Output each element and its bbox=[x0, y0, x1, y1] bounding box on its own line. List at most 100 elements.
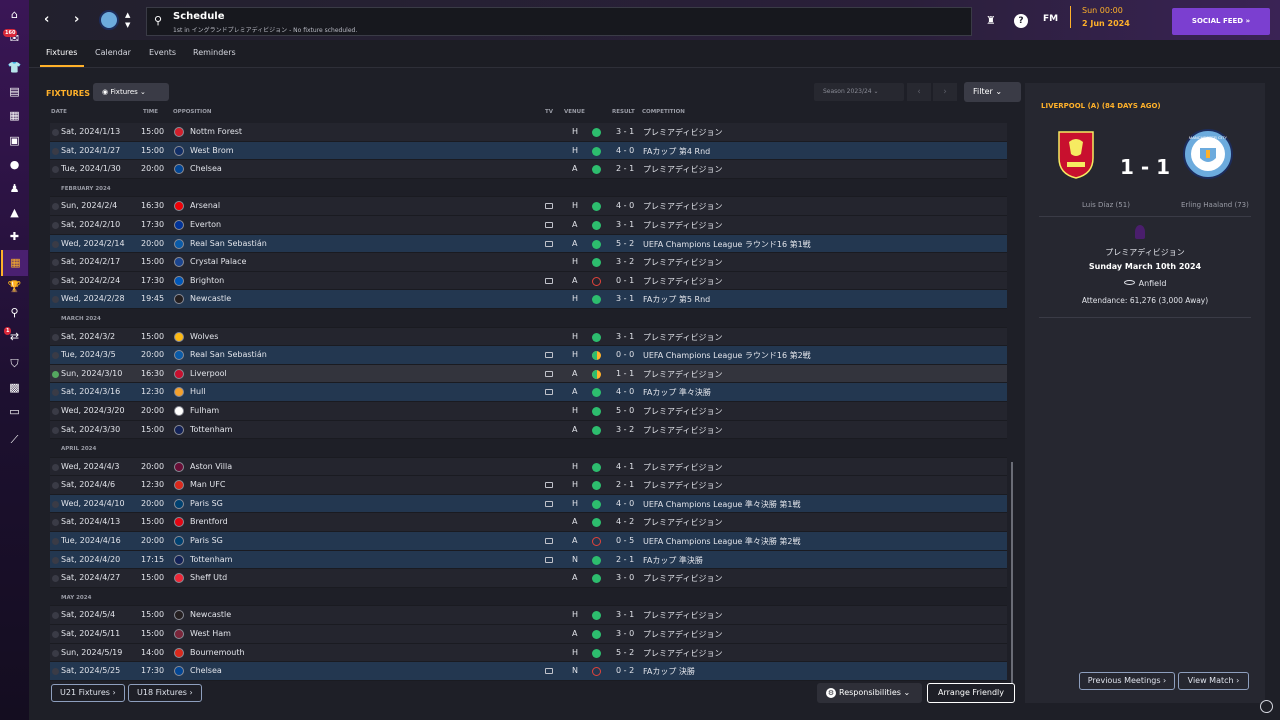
home-icon[interactable]: ⌂ bbox=[7, 7, 22, 22]
score[interactable]: 3 - 2 bbox=[616, 257, 634, 266]
col-result[interactable]: RESULT bbox=[612, 109, 635, 115]
fixture-row[interactable]: Sat, 2024/2/24 17:30 Brighton A 0 - 1 プレミアディビ… bbox=[50, 271, 1007, 291]
fm-menu-button[interactable]: FM bbox=[1043, 14, 1058, 24]
opponent-name[interactable]: Paris SG bbox=[190, 536, 223, 545]
club-info-icon[interactable]: ⛉ bbox=[7, 356, 22, 371]
select-dot[interactable] bbox=[52, 166, 59, 174]
data-hub-icon[interactable]: ● bbox=[7, 157, 22, 172]
score[interactable]: 3 - 0 bbox=[616, 629, 634, 638]
score[interactable]: 3 - 2 bbox=[616, 425, 634, 434]
select-dot[interactable] bbox=[52, 277, 59, 285]
select-dot[interactable] bbox=[52, 389, 59, 397]
select-dot[interactable] bbox=[52, 240, 59, 248]
select-dot[interactable] bbox=[52, 221, 59, 229]
score[interactable]: 3 - 0 bbox=[616, 573, 634, 582]
dev-centre-icon[interactable]: ⟋ bbox=[7, 432, 22, 447]
trophy-icon[interactable]: ♜ bbox=[986, 14, 996, 27]
score[interactable]: 5 - 0 bbox=[616, 406, 634, 415]
select-dot[interactable] bbox=[52, 426, 59, 434]
opponent-name[interactable]: Man UFC bbox=[190, 480, 225, 489]
fixture-row[interactable]: Tue, 2024/4/16 20:00 Paris SG A 0 - 5 UEFA Ch… bbox=[50, 532, 1007, 551]
fixture-row[interactable]: Sat, 2024/3/16 12:30 Hull A 4 - 0 FAカップ 準々決勝 bbox=[50, 383, 1007, 402]
chevron-up-icon[interactable]: ▲ bbox=[125, 11, 130, 19]
opponent-name[interactable]: Crystal Palace bbox=[190, 257, 246, 266]
select-dot[interactable] bbox=[52, 352, 59, 360]
score[interactable]: 2 - 1 bbox=[616, 164, 634, 173]
filter-button[interactable]: Filter ⌄ bbox=[964, 82, 1021, 102]
score[interactable]: 4 - 0 bbox=[616, 499, 634, 508]
score[interactable]: 4 - 0 bbox=[616, 201, 634, 210]
score[interactable]: 3 - 1 bbox=[616, 332, 634, 341]
view-dropdown[interactable]: ◉ Fixtures ⌄ bbox=[93, 83, 169, 101]
fixture-row[interactable]: Sat, 2024/2/10 17:30 Everton A 3 - 1 プレミアディビジ… bbox=[50, 215, 1007, 235]
staff-icon[interactable]: ♟ bbox=[7, 181, 22, 196]
score[interactable]: 1 - 1 bbox=[616, 369, 634, 378]
fixture-row[interactable]: Wed, 2024/4/10 20:00 Paris SG H 4 - 0 UEFA Ch… bbox=[50, 494, 1007, 514]
opponent-name[interactable]: Liverpool bbox=[190, 369, 227, 378]
dynamics-icon[interactable]: ▣ bbox=[7, 133, 22, 148]
score[interactable]: 3 - 1 bbox=[616, 220, 634, 229]
opponent-name[interactable]: Fulham bbox=[190, 406, 219, 415]
select-dot[interactable] bbox=[52, 556, 59, 564]
fixture-row[interactable]: Sat, 2024/4/27 15:00 Sheff Utd A 3 - 0 プレミアディ… bbox=[50, 569, 1007, 588]
fixture-row[interactable]: Wed, 2024/3/20 20:00 Fulham H 5 - 0 プレミアディビジョ… bbox=[50, 401, 1007, 421]
select-dot[interactable] bbox=[52, 575, 59, 583]
score[interactable]: 4 - 1 bbox=[616, 462, 634, 471]
medical-icon[interactable]: ✚ bbox=[7, 229, 22, 244]
fixture-row[interactable]: Sun, 2024/5/19 14:00 Bournemouth H 5 - 2 プレミア… bbox=[50, 643, 1007, 663]
score[interactable]: 2 - 1 bbox=[616, 480, 634, 489]
opponent-name[interactable]: West Brom bbox=[190, 146, 234, 155]
select-dot[interactable] bbox=[52, 519, 59, 527]
score[interactable]: 5 - 2 bbox=[616, 239, 634, 248]
select-dot[interactable] bbox=[52, 463, 59, 471]
responsibilities-button[interactable]: ⚙ Responsibilities ⌄ bbox=[817, 683, 922, 703]
opponent-name[interactable]: Newcastle bbox=[190, 294, 231, 303]
scouting-icon[interactable]: ⚲ bbox=[7, 305, 22, 320]
select-dot[interactable] bbox=[52, 147, 59, 155]
score[interactable]: 2 - 1 bbox=[616, 555, 634, 564]
tab-fixtures[interactable]: Fixtures bbox=[46, 48, 77, 57]
col-venue[interactable]: VENUE bbox=[564, 109, 585, 115]
select-dot[interactable] bbox=[52, 668, 59, 676]
fixture-row[interactable]: Sat, 2024/4/13 15:00 Brentford A 4 - 2 プレミアディ… bbox=[50, 513, 1007, 533]
fixture-row[interactable]: Sat, 2024/3/30 15:00 Tottenham A 3 - 2 プレミアディ… bbox=[50, 420, 1007, 440]
opponent-name[interactable]: Nottm Forest bbox=[190, 127, 242, 136]
schedule-icon[interactable]: ▦ bbox=[1, 250, 28, 276]
select-dot[interactable] bbox=[52, 538, 59, 546]
club-vision-icon[interactable]: ▩ bbox=[7, 380, 22, 395]
col-date[interactable]: DATE bbox=[51, 109, 67, 115]
report-icon[interactable]: ▦ bbox=[7, 108, 22, 123]
score[interactable]: 0 - 1 bbox=[616, 276, 634, 285]
previous-meetings-button[interactable]: Previous Meetings › bbox=[1079, 672, 1175, 690]
forward-arrow-icon[interactable]: › bbox=[74, 12, 79, 27]
next-page-button[interactable]: › bbox=[933, 83, 957, 101]
opponent-name[interactable]: Hull bbox=[190, 387, 206, 396]
col-time[interactable]: TIME bbox=[143, 109, 158, 115]
opponent-name[interactable]: Newcastle bbox=[190, 610, 231, 619]
score[interactable]: 4 - 0 bbox=[616, 387, 634, 396]
tab-reminders[interactable]: Reminders bbox=[193, 48, 236, 57]
opponent-name[interactable]: Real San Sebastián bbox=[190, 239, 267, 248]
opponent-name[interactable]: Sheff Utd bbox=[190, 573, 227, 582]
social-feed-button[interactable]: SOCIAL FEED » bbox=[1172, 8, 1270, 35]
competitions-icon[interactable]: 🏆 bbox=[7, 279, 22, 294]
refresh-icon[interactable] bbox=[1260, 700, 1273, 713]
opponent-name[interactable]: Wolves bbox=[190, 332, 218, 341]
score[interactable]: 4 - 0 bbox=[616, 146, 634, 155]
fixture-row[interactable]: Tue, 2024/1/30 20:00 Chelsea A 2 - 1 プレミアディビジ… bbox=[50, 160, 1007, 179]
select-dot[interactable] bbox=[52, 333, 59, 341]
view-match-button[interactable]: View Match › bbox=[1178, 672, 1249, 690]
tab-events[interactable]: Events bbox=[149, 48, 176, 57]
tactics-icon[interactable]: ▤ bbox=[7, 84, 22, 99]
fixture-row[interactable]: Sat, 2024/4/20 17:15 Tottenham N 2 - 1 FAカップ … bbox=[50, 550, 1007, 570]
fixture-row[interactable]: Wed, 2024/4/3 20:00 Aston Villa H 4 - 1 プレミアデ… bbox=[50, 457, 1007, 477]
select-dot[interactable] bbox=[52, 612, 59, 620]
fixture-row[interactable]: Sun, 2024/3/10 16:30 Liverpool A 1 - 1 プレミアディ… bbox=[50, 364, 1007, 384]
opponent-name[interactable]: Chelsea bbox=[190, 164, 222, 173]
score[interactable]: 5 - 2 bbox=[616, 648, 634, 657]
select-dot[interactable] bbox=[52, 482, 59, 490]
squad-icon[interactable]: 👕 bbox=[7, 60, 22, 75]
score[interactable]: 0 - 0 bbox=[616, 350, 634, 359]
fixture-row[interactable]: Wed, 2024/2/28 19:45 Newcastle H 3 - 1 FAカップ … bbox=[50, 290, 1007, 309]
fixture-row[interactable]: Sat, 2024/1/13 15:00 Nottm Forest H 3 - 1 プレミ… bbox=[50, 123, 1007, 142]
